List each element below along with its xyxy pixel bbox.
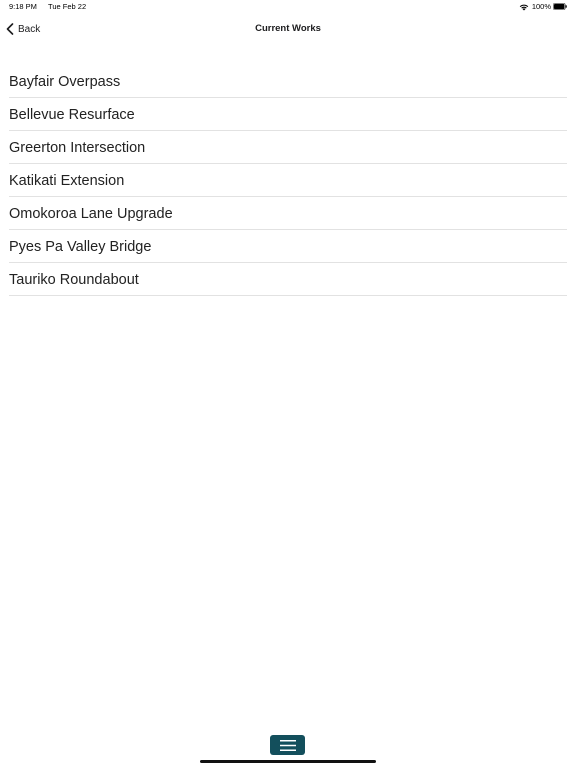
- works-list: Bayfair Overpass Bellevue Resurface Gree…: [9, 65, 567, 296]
- list-item-tauriko-roundabout[interactable]: Tauriko Roundabout: [9, 263, 567, 296]
- status-bar-left: 9:18 PM Tue Feb 22: [9, 2, 86, 11]
- battery-percentage: 100%: [531, 2, 551, 11]
- page-title: Current Works: [255, 23, 321, 34]
- list-item-greerton-intersection[interactable]: Greerton Intersection: [9, 131, 567, 164]
- battery-full-icon: [553, 3, 567, 10]
- menu-button[interactable]: [270, 735, 305, 755]
- status-bar-right: 100%: [519, 2, 567, 11]
- list-item-bellevue-resurface[interactable]: Bellevue Resurface: [9, 98, 567, 131]
- status-date: Tue Feb 22: [48, 2, 87, 11]
- list-item-bayfair-overpass[interactable]: Bayfair Overpass: [9, 65, 567, 98]
- navigation-bar: Back Current Works: [0, 14, 576, 44]
- list-item-pyes-pa-valley-bridge[interactable]: Pyes Pa Valley Bridge: [9, 230, 567, 263]
- hamburger-menu-icon: [279, 739, 296, 751]
- wifi-icon: [519, 4, 529, 10]
- status-time: 9:18 PM: [9, 2, 37, 11]
- home-indicator[interactable]: [200, 760, 376, 763]
- status-bar: 9:18 PM Tue Feb 22 100%: [0, 0, 576, 14]
- list-item-omokoroa-lane-upgrade[interactable]: Omokoroa Lane Upgrade: [9, 197, 567, 230]
- list-item-katikati-extension[interactable]: Katikati Extension: [9, 164, 567, 197]
